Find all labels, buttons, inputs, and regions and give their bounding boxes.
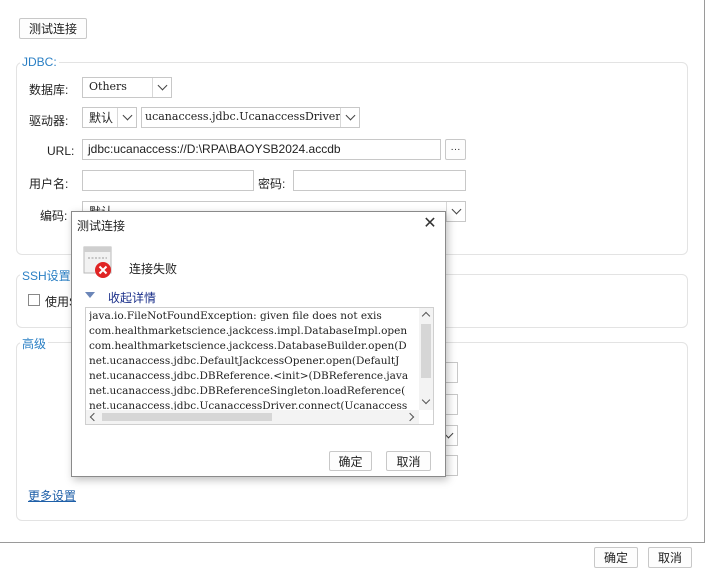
driver-class-select[interactable]: ucanaccess.jdbc.UcanaccessDriver <box>141 107 360 128</box>
chevron-up-icon[interactable] <box>421 311 431 321</box>
chevron-down-icon <box>117 108 136 127</box>
chevron-down-icon <box>340 108 359 127</box>
ok-label: 确定 <box>603 551 628 565</box>
driver-class-value: ucanaccess.jdbc.UcanaccessDriver <box>145 110 341 123</box>
vertical-scrollbar[interactable] <box>419 308 433 410</box>
driver-label: 驱动器: <box>29 114 69 128</box>
collapse-details-link[interactable]: 收起详情 <box>108 289 156 306</box>
cancel-label: 取消 <box>657 551 682 565</box>
vertical-scroll-thumb[interactable] <box>421 324 431 378</box>
jdbc-group-title: JDBC: <box>20 55 59 69</box>
database-error-icon <box>83 246 113 280</box>
chevron-down-icon <box>446 202 465 221</box>
encoding-label: 编码: <box>40 209 68 223</box>
horizontal-scrollbar[interactable] <box>86 410 419 424</box>
use-ssh-checkbox[interactable] <box>28 294 40 306</box>
dialog-cancel-button[interactable]: 取消 <box>386 451 431 471</box>
dialog-ok-label: 确定 <box>338 454 363 469</box>
stack-trace-line: com.healthmarketscience.jackcess.Databas… <box>89 340 407 352</box>
dialog-ok-button[interactable]: 确定 <box>329 451 372 471</box>
driver-mode-select[interactable]: 默认 <box>82 107 137 128</box>
horizontal-scroll-thumb[interactable] <box>102 413 272 421</box>
stack-trace-lines: java.io.FileNotFoundException: given fil… <box>89 309 419 424</box>
url-input-value: jdbc:ucanaccess://D:\RPA\BAOYSB2024.accd… <box>88 142 341 156</box>
stack-trace-line: net.ucanaccess.jdbc.DBReference.<init>(D… <box>89 370 409 382</box>
database-select[interactable]: Others <box>82 77 172 98</box>
chevron-right-icon[interactable] <box>405 412 415 422</box>
stack-trace-line: net.ucanaccess.jdbc.DefaultJackcessOpene… <box>89 355 400 367</box>
test-connection-dialog: 测试连接 ✕ 连接失败 收起详情 java.io.FileNotFoundExc… <box>71 211 446 477</box>
triangle-down-icon[interactable] <box>85 292 95 298</box>
password-label: 密码: <box>258 177 286 191</box>
stack-trace-line: net.ucanaccess.jdbc.DBReferenceSingleton… <box>89 385 406 397</box>
advanced-group-title: 高级 <box>20 335 49 352</box>
stack-trace-line: com.healthmarketscience.jackcess.impl.Da… <box>89 325 408 337</box>
dialog-message: 连接失败 <box>129 262 178 276</box>
driver-mode-value: 默认 <box>89 111 114 125</box>
ssh-group-title: SSH设置 <box>20 267 73 284</box>
url-input[interactable]: jdbc:ucanaccess://D:\RPA\BAOYSB2024.accd… <box>82 139 441 160</box>
stack-trace-line: java.io.FileNotFoundException: given fil… <box>89 310 382 322</box>
close-icon[interactable]: ✕ <box>423 216 437 232</box>
ok-button[interactable]: 确定 <box>594 547 638 568</box>
database-label: 数据库: <box>29 83 69 97</box>
dialog-cancel-label: 取消 <box>396 454 421 469</box>
url-label: URL: <box>47 144 75 158</box>
chevron-left-icon[interactable] <box>89 412 99 422</box>
chevron-down-icon <box>152 78 171 97</box>
more-settings-link[interactable]: 更多设置 <box>28 487 76 504</box>
test-connection-label: 测试连接 <box>28 22 77 36</box>
cancel-button[interactable]: 取消 <box>648 547 692 568</box>
ellipsis-icon: ··· <box>450 144 461 155</box>
test-connection-button[interactable]: 测试连接 <box>19 18 87 39</box>
dialog-title: 测试连接 <box>77 219 126 233</box>
browse-button[interactable]: ··· <box>445 139 466 160</box>
password-input[interactable] <box>293 170 466 191</box>
stack-trace-area[interactable]: java.io.FileNotFoundException: given fil… <box>85 307 434 425</box>
username-input[interactable] <box>82 170 254 191</box>
chevron-down-icon[interactable] <box>421 395 431 405</box>
username-label: 用户名: <box>29 177 69 191</box>
database-select-value: Others <box>89 80 127 93</box>
